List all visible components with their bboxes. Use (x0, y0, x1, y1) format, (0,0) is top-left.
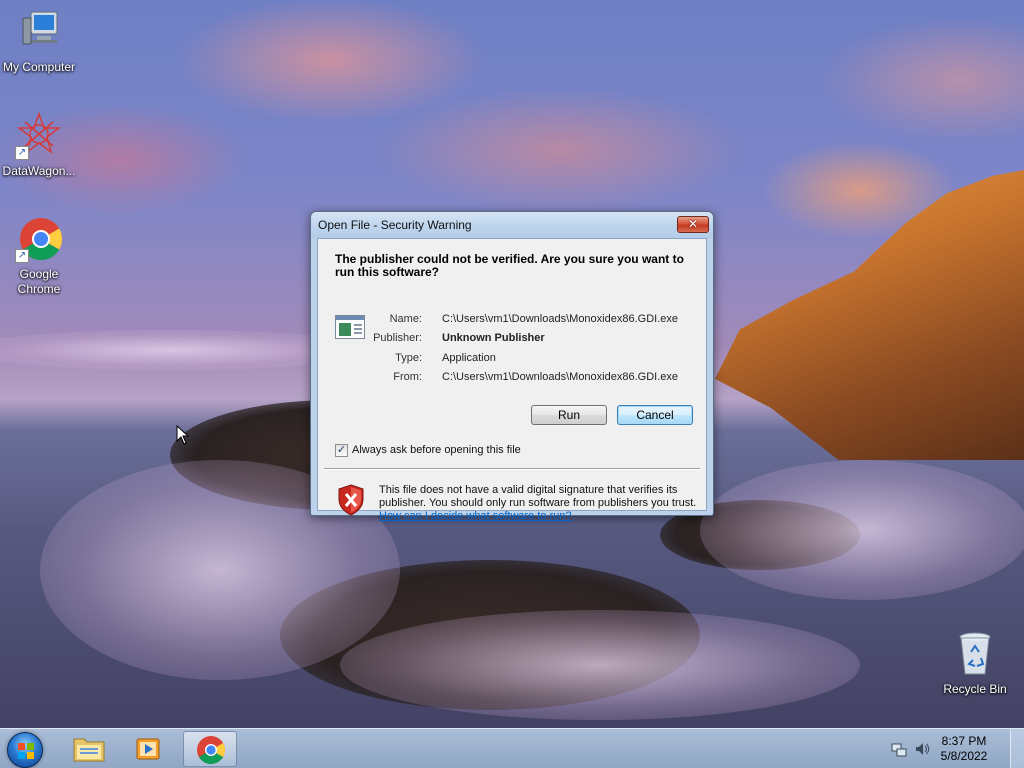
security-warning-dialog: Open File - Security Warning ✕ The publi… (310, 211, 714, 522)
clock-time: 8:37 PM (941, 734, 987, 748)
close-icon: ✕ (687, 217, 699, 231)
detail-label: From: (393, 371, 422, 383)
computer-icon (15, 8, 63, 56)
desktop-icon-google-chrome[interactable]: ↗ Google Chrome (0, 215, 78, 297)
desktop-icon-my-computer[interactable]: My Computer (0, 8, 78, 75)
mouse-cursor-icon (176, 425, 190, 445)
detail-row-name: Name: C:\Users\vm1\Downloads\Monoxidex86… (318, 313, 708, 327)
detail-label: Publisher: (373, 332, 422, 344)
shortcut-arrow-icon: ↗ (15, 249, 29, 263)
warning-headline: The publisher could not be verified. Are… (335, 252, 684, 279)
detail-value: C:\Users\vm1\Downloads\Monoxidex86.GDI.e… (442, 371, 678, 383)
clock-date: 5/8/2022 (940, 749, 988, 763)
show-desktop-button[interactable] (1010, 729, 1024, 768)
desktop-icon-datawagon[interactable]: ↗ DataWagon... (0, 111, 78, 179)
chrome-icon (197, 736, 225, 764)
detail-row-type: Type: Application (318, 352, 708, 366)
taskbar-windows-explorer[interactable] (62, 731, 116, 767)
recycle-bin-icon (951, 630, 999, 678)
detail-value: C:\Users\vm1\Downloads\Monoxidex86.GDI.e… (442, 313, 678, 325)
detail-value: Unknown Publisher (442, 332, 545, 344)
taskbar-google-chrome[interactable] (183, 731, 237, 767)
desktop-icon-label: Recycle Bin (943, 682, 1007, 696)
detail-row-from: From: C:\Users\vm1\Downloads\Monoxidex86… (318, 371, 708, 385)
shortcut-arrow-icon: ↗ (15, 146, 29, 160)
detail-label: Type: (395, 352, 422, 364)
dialog-title: Open File - Security Warning (318, 218, 472, 232)
network-icon[interactable] (891, 741, 907, 757)
help-link[interactable]: How can I decide what software to run? (379, 510, 572, 522)
system-clock[interactable]: 8:37 PM 5/8/2022 (934, 734, 994, 764)
always-ask-label[interactable]: Always ask before opening this file (352, 444, 521, 456)
shield-error-icon (337, 484, 365, 516)
folder-icon (73, 738, 105, 762)
dialog-body: The publisher could not be verified. Are… (317, 238, 708, 522)
detail-row-publisher: Publisher: Unknown Publisher (318, 332, 708, 346)
desktop-icon-label: Google Chrome (17, 267, 61, 296)
cancel-button[interactable]: Cancel (617, 405, 693, 425)
datawagon-logo-icon: ↗ (15, 111, 63, 160)
divider (324, 468, 700, 470)
volume-icon[interactable] (914, 741, 930, 757)
dialog-titlebar[interactable]: Open File - Security Warning ✕ (311, 212, 713, 238)
detail-label: Name: (389, 313, 422, 325)
windows-logo-icon (18, 743, 34, 759)
taskbar-media-player[interactable] (122, 731, 176, 767)
chrome-icon: ↗ (15, 215, 63, 263)
media-player-icon (136, 738, 160, 760)
warning-message: This file does not have a valid digital … (379, 484, 697, 509)
taskbar: 8:37 PM 5/8/2022 (0, 728, 1024, 768)
wallpaper-cliff (715, 170, 1024, 460)
always-ask-checkbox[interactable]: ✓ (335, 444, 348, 457)
start-button[interactable] (7, 732, 43, 768)
run-button[interactable]: Run (531, 405, 607, 425)
desktop-icon-recycle-bin[interactable]: Recycle Bin (936, 630, 1014, 697)
desktop-icon-label: My Computer (2, 60, 76, 74)
detail-value: Application (442, 352, 496, 364)
close-button[interactable]: ✕ (677, 216, 709, 233)
desktop-icon-label: DataWagon... (2, 164, 76, 178)
